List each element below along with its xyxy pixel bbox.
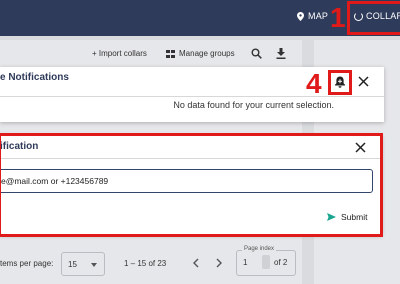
- page-index-label: Page index: [242, 246, 277, 252]
- manage-groups-label: Manage groups: [179, 49, 235, 58]
- page-range-text: 1 – 15 of 23: [124, 259, 167, 268]
- annotation-box-bell: [328, 70, 352, 95]
- items-per-page-value: 15: [68, 260, 77, 269]
- chevron-right-icon[interactable]: [215, 258, 223, 268]
- map-pin-icon: [297, 11, 304, 21]
- annotation-marker-1: 1: [330, 2, 346, 33]
- nav-map-label: MAP: [308, 11, 329, 21]
- annotation-box-collars: [347, 1, 400, 35]
- annotation-box-add-notification: [0, 133, 383, 237]
- close-icon[interactable]: [358, 76, 369, 87]
- annotation-marker-4: 4: [306, 68, 322, 99]
- notifications-dialog-title: e Notifications: [0, 72, 69, 83]
- search-icon[interactable]: [251, 48, 262, 59]
- empty-state-message: No data found for your current selection…: [173, 100, 334, 110]
- download-icon[interactable]: [276, 48, 286, 59]
- page-index-value[interactable]: 1: [243, 258, 247, 267]
- import-collars-button[interactable]: + Import collars: [92, 49, 147, 58]
- page-index-stepper[interactable]: [262, 255, 270, 269]
- nav-map-link[interactable]: MAP: [297, 11, 328, 21]
- groups-icon: [166, 49, 175, 58]
- divider: [0, 96, 384, 97]
- chevron-left-icon[interactable]: [192, 258, 200, 268]
- manage-groups-button[interactable]: Manage groups: [166, 49, 235, 58]
- chevron-down-icon: [91, 263, 97, 270]
- page-of-text: of 2: [274, 258, 288, 267]
- items-per-page-label: tems per page:: [0, 259, 54, 268]
- items-per-page-select[interactable]: 15: [61, 252, 105, 276]
